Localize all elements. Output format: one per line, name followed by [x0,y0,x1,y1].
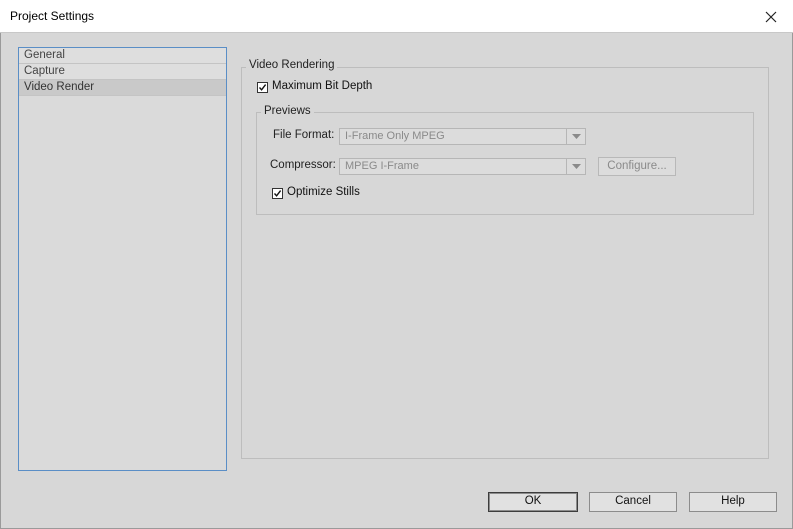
help-button[interactable]: Help [689,492,777,512]
video-rendering-label: Video Rendering [246,59,338,71]
checkmark-icon [258,84,267,91]
compressor-label: Compressor: [270,159,336,171]
cancel-button[interactable]: Cancel [589,492,677,512]
optimize-stills-checkbox[interactable] [272,188,283,199]
file-format-label: File Format: [273,129,335,141]
sidebar-item-video-render[interactable]: Video Render [19,80,226,96]
checkmark-icon [273,190,282,197]
max-bit-depth-label[interactable]: Maximum Bit Depth [272,80,372,92]
sidebar-item-capture[interactable]: Capture [19,64,226,80]
dialog-body: General Capture Video Render Video Rende… [0,33,793,529]
sidebar-item-general[interactable]: General [19,48,226,64]
file-format-value: I-Frame Only MPEG [345,130,445,142]
configure-button[interactable]: Configure... [598,157,676,176]
close-button[interactable] [749,0,793,33]
file-format-select[interactable]: I-Frame Only MPEG [339,128,586,145]
optimize-stills-label[interactable]: Optimize Stills [287,186,360,198]
compressor-value: MPEG I-Frame [345,160,419,172]
window-title: Project Settings [10,9,95,23]
title-bar: Project Settings [0,0,793,33]
dropdown-arrow-icon [566,129,585,144]
ok-button[interactable]: OK [488,492,578,512]
category-list[interactable]: General Capture Video Render [18,47,227,471]
dropdown-arrow-icon [566,159,585,174]
close-icon [765,11,777,22]
compressor-select[interactable]: MPEG I-Frame [339,158,586,175]
previews-label: Previews [261,105,314,117]
max-bit-depth-checkbox[interactable] [257,82,268,93]
